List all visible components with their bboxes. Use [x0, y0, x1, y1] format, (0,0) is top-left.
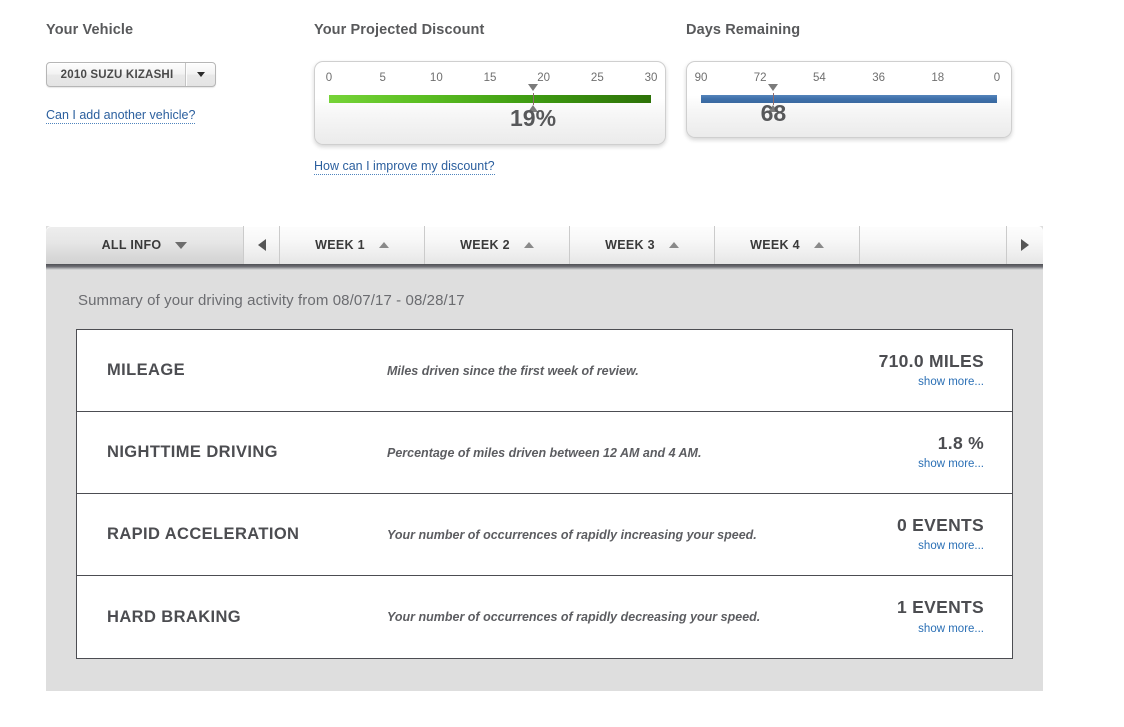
tab-all-info[interactable]: ALL INFO [46, 226, 244, 264]
vehicle-select[interactable]: 2010 SUZU KIZASHI [46, 62, 216, 87]
days-tick: 54 [812, 72, 826, 84]
days-remaining-title: Days Remaining [686, 22, 801, 38]
summary-heading: Summary of your driving activity from 08… [78, 292, 465, 309]
summary-row-right: 0 EVENTS show more... [794, 515, 984, 555]
summary-row-description: Miles driven since the first week of rev… [387, 363, 639, 378]
days-tick: 72 [753, 72, 767, 84]
vehicle-section: Your Vehicle 2010 SUZU KIZASHI Can I add… [46, 22, 216, 124]
summary-row-value: 710.0 MILES [878, 350, 984, 371]
chevron-down-icon[interactable] [185, 63, 215, 86]
days-remaining-section: Days Remaining 90 72 54 36 18 0 68 [686, 22, 1012, 138]
chevron-up-icon [378, 242, 389, 248]
marker-line [532, 93, 534, 105]
summary-row-name: MILEAGE [107, 361, 185, 379]
tab-week-4[interactable]: WEEK 4 [715, 226, 860, 264]
days-gauge-bar [701, 95, 997, 103]
summary-row-right: 1.8 % show more... [794, 433, 984, 473]
discount-gauge-ticks: 0 5 10 15 20 25 30 [325, 72, 658, 90]
driving-activity-panel: ALL INFO WEEK 1 WEEK 2 WEEK 3 WEEK 4 Summary… [46, 226, 1043, 691]
marker-triangle-down-icon [527, 84, 538, 91]
projected-discount-title: Your Projected Discount [314, 22, 485, 38]
tab-scroll-right-button[interactable] [1007, 226, 1043, 264]
summary-row-name: NIGHTTIME DRIVING [107, 443, 278, 461]
summary-row: HARD BRAKING Your number of occurrences o… [77, 576, 1012, 658]
summary-table: MILEAGE Miles driven since the first week… [76, 329, 1013, 659]
summary-row-name: RAPID ACCELERATION [107, 525, 300, 543]
tab-empty-slot [860, 226, 1007, 264]
chevron-down-glyph [196, 72, 205, 77]
summary-row-description: Percentage of miles driven between 12 AM… [387, 445, 702, 460]
discount-gauge-bar-wrap [329, 84, 651, 112]
chevron-up-icon [668, 242, 679, 248]
tab-week-1[interactable]: WEEK 1 [280, 226, 425, 264]
summary-row-right: 710.0 MILES show more... [794, 351, 984, 391]
summary-header-area: Your Vehicle 2010 SUZU KIZASHI Can I add… [0, 0, 1124, 200]
tab-label: WEEK 4 [750, 238, 800, 252]
chevron-down-icon [175, 241, 188, 249]
improve-discount-link[interactable]: How can I improve my discount? [314, 159, 495, 175]
days-tick: 18 [931, 72, 945, 84]
tab-scroll-left-button[interactable] [244, 226, 280, 264]
tab-label: WEEK 3 [605, 238, 655, 252]
tab-week-2[interactable]: WEEK 2 [425, 226, 570, 264]
tab-label: WEEK 2 [460, 238, 510, 252]
days-tick: 36 [872, 72, 885, 84]
days-tick: 0 [993, 72, 1001, 84]
tab-label: WEEK 1 [315, 238, 365, 252]
discount-tick: 0 [325, 72, 333, 84]
show-more-link[interactable]: show more... [918, 458, 984, 470]
show-more-link[interactable]: show more... [918, 376, 984, 388]
projected-discount-section: Your Projected Discount 0 5 10 15 20 25 30 19%… [314, 22, 666, 175]
days-gauge-ticks: 90 72 54 36 18 0 [695, 72, 1001, 90]
show-more-link[interactable]: show more... [918, 540, 984, 552]
week-tabbar: ALL INFO WEEK 1 WEEK 2 WEEK 3 WEEK 4 [46, 226, 1043, 264]
summary-row-value: 1 EVENTS [896, 597, 984, 618]
discount-tick: 10 [429, 72, 443, 84]
chevron-left-icon [257, 239, 266, 251]
discount-tick: 30 [644, 72, 658, 84]
discount-gauge-bar [329, 95, 651, 103]
discount-tick: 5 [379, 72, 386, 84]
vehicle-section-title: Your Vehicle [46, 22, 134, 38]
summary-row-right: 1 EVENTS show more... [794, 597, 984, 637]
discount-tick: 20 [537, 72, 551, 84]
days-gauge-bar-wrap [701, 84, 997, 112]
vehicle-select-value: 2010 SUZU KIZASHI [60, 68, 174, 81]
tab-week-3[interactable]: WEEK 3 [570, 226, 715, 264]
summary-row-value: 1.8 % [937, 432, 984, 453]
summary-row-description: Your number of occurrences of rapidly in… [387, 527, 757, 542]
summary-row: MILEAGE Miles driven since the first week… [77, 330, 1012, 412]
days-gauge-panel: 90 72 54 36 18 0 68 [686, 61, 1012, 138]
tab-label: ALL INFO [101, 238, 162, 252]
marker-triangle-down-icon [768, 84, 779, 91]
summary-row: NIGHTTIME DRIVING Percentage of miles dri… [77, 412, 1012, 494]
days-gauge-value: 68 [760, 100, 787, 126]
show-more-link[interactable]: show more... [918, 623, 984, 635]
discount-gauge-panel: 0 5 10 15 20 25 30 19% [314, 61, 666, 145]
summary-row: RAPID ACCELERATION Your number of occurre… [77, 494, 1012, 576]
discount-tick: 25 [590, 72, 604, 84]
discount-tick: 15 [483, 72, 497, 84]
days-tick: 90 [694, 72, 708, 84]
summary-row-description: Your number of occurrences of rapidly de… [387, 610, 761, 624]
summary-row-name: HARD BRAKING [107, 607, 242, 626]
panel-body: Summary of your driving activity from 08… [46, 270, 1043, 691]
discount-gauge-value: 19% [510, 105, 557, 131]
summary-row-value: 0 EVENTS [896, 514, 984, 535]
chevron-up-icon [523, 242, 534, 248]
chevron-up-icon [813, 242, 824, 248]
add-another-vehicle-link[interactable]: Can I add another vehicle? [46, 108, 196, 124]
chevron-right-icon [1021, 239, 1029, 251]
